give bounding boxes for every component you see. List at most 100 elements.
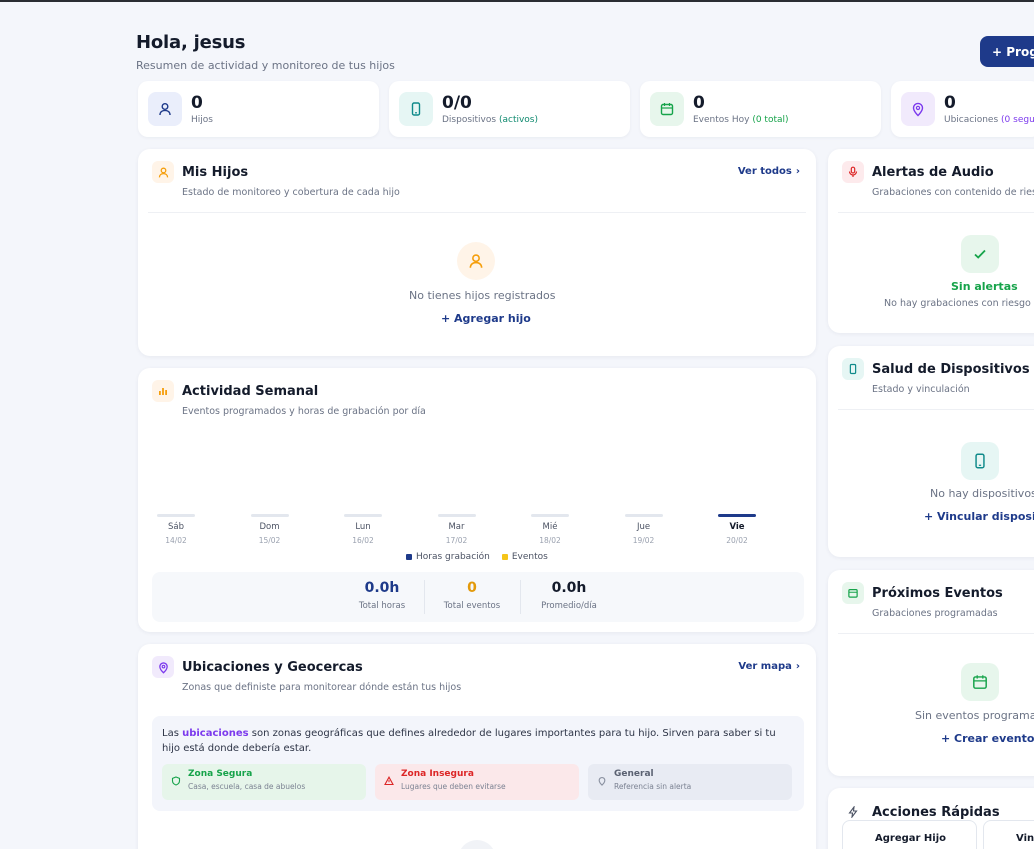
summary-value: 0	[467, 580, 477, 596]
chart-bar	[157, 514, 195, 517]
link-label: Ver todos	[737, 166, 792, 177]
crear-evento-link[interactable]: + Crear evento	[941, 732, 1034, 745]
stat-card-eventos: 0 Eventos Hoy (0 total)	[640, 81, 881, 137]
agregar-hijo-button[interactable]: Agregar Hijo	[842, 820, 977, 849]
page-subtitle: Resumen de actividad y monitoreo de tus …	[136, 59, 395, 72]
chart-tick-label: Mar	[448, 522, 465, 532]
summary-value: 0.0h	[364, 580, 400, 596]
status-detail: No hay grabaciones con riesgo d	[884, 298, 1034, 309]
page-title: Hola, jesus	[136, 32, 246, 53]
chart-bar	[718, 514, 756, 517]
calendar-icon	[961, 663, 999, 701]
divider	[838, 212, 1034, 213]
card-title: Salud de Dispositivos	[872, 361, 1030, 377]
salud-dispositivos-card: Salud de Dispositivos Estado y vinculaci…	[828, 346, 1034, 557]
ubicaciones-card: Ubicaciones y Geocercas Zonas que defini…	[138, 644, 816, 849]
bar-chart-icon	[152, 380, 174, 402]
chart-day-column: Sáb 14/02	[156, 514, 196, 545]
user-icon	[457, 242, 495, 280]
stat-value: 0	[693, 92, 705, 113]
card-subtitle: Estado y vinculación	[872, 384, 970, 395]
legend-label: Eventos	[511, 552, 548, 562]
greeting-block: Hola, jesus Resumen de actividad y monit…	[136, 32, 395, 72]
zone-desc: Casa, escuela, casa de abuelos	[188, 782, 306, 791]
divider	[148, 212, 806, 213]
microphone-icon	[842, 161, 864, 183]
summary-label: Total horas	[358, 601, 406, 611]
proximos-eventos-card: Próximos Eventos Grabaciones programadas…	[828, 570, 1034, 776]
chart-tick-date: 18/02	[539, 536, 561, 545]
alertas-audio-card: Alertas de Audio Grabaciones con conteni…	[828, 149, 1034, 333]
card-subtitle: Grabaciones programadas	[872, 608, 998, 619]
info-text-post: son zonas geográficas que defines alrede…	[162, 728, 776, 754]
chart-bar	[624, 514, 663, 517]
phone-icon	[961, 442, 999, 480]
chart-day-column: Lun 16/02	[343, 514, 383, 545]
user-icon	[148, 92, 182, 126]
chart-day-column: Dom 15/02	[250, 514, 290, 545]
status-text: Sin alertas	[951, 280, 1018, 293]
stat-extra: (0 segu	[1001, 114, 1034, 125]
phone-icon	[399, 92, 433, 126]
info-text: Las ubicaciones son zonas geográficas qu…	[162, 726, 792, 756]
info-text-bold: ubicaciones	[182, 728, 249, 739]
legend-swatch	[406, 554, 412, 560]
zone-title: Zona Segura	[188, 769, 253, 779]
acciones-rapidas-card: Acciones Rápidas Agregar Hijo Vin	[828, 788, 1034, 849]
stat-label: Ubicaciones	[944, 114, 999, 125]
stat-label: Hijos	[191, 114, 213, 125]
ver-todos-link[interactable]: Ver todos ›	[738, 166, 800, 177]
stat-extra: (activos)	[498, 114, 539, 125]
chevron-right-icon: ›	[795, 166, 800, 177]
card-title: Próximos Eventos	[872, 585, 1003, 601]
link-label: Ver mapa	[738, 661, 792, 672]
zone-general: General Referencia sin alerta	[588, 764, 792, 800]
chart-day-column: Vie 20/02	[717, 514, 757, 545]
chart-tick-label: Mié	[542, 522, 558, 532]
chart-bar	[437, 514, 476, 517]
zone-insegura: Zona Insegura Lugares que deben evitarse	[375, 764, 579, 800]
chart-day-column: Mar 17/02	[437, 514, 477, 545]
stat-value: 0/0	[442, 92, 472, 113]
summary-label: Promedio/día	[541, 601, 597, 611]
card-subtitle: Grabaciones con contenido de ries	[872, 187, 1034, 198]
zone-desc: Referencia sin alerta	[614, 782, 692, 791]
empty-message: Sin eventos programad	[915, 709, 1034, 722]
program-event-button[interactable]: + Progr	[980, 36, 1034, 67]
card-subtitle: Eventos programados y horas de grabación…	[182, 406, 426, 417]
card-subtitle: Zonas que definiste para monitorear dónd…	[182, 682, 462, 693]
zone-title: General	[614, 769, 654, 779]
card-title: Actividad Semanal	[182, 383, 319, 399]
stat-label: Dispositivos	[442, 114, 497, 125]
calendar-icon	[650, 92, 684, 126]
chart-bar	[344, 514, 382, 517]
vincular-button[interactable]: Vin	[983, 820, 1034, 849]
warning-icon	[384, 771, 394, 790]
ver-mapa-link[interactable]: Ver mapa ›	[738, 661, 800, 672]
vincular-dispositivo-link[interactable]: + Vincular dispositivo	[924, 510, 1034, 523]
card-title: Acciones Rápidas	[872, 804, 1000, 820]
card-title: Ubicaciones y Geocercas	[182, 659, 363, 675]
stat-value: 0	[191, 92, 203, 113]
chart-tick-date: 19/02	[632, 536, 655, 545]
chart-tick-label: Dom	[259, 522, 280, 532]
chart-day-column: Jue 19/02	[624, 514, 664, 545]
legend-item: Eventos	[501, 552, 548, 562]
agregar-hijo-link[interactable]: + Agregar hijo	[441, 312, 531, 325]
program-button-label: + Progr	[992, 44, 1034, 59]
chart-tick-label: Jue	[636, 522, 651, 532]
activity-summary: 0.0h Total horas 0 Total eventos 0.0h Pr…	[152, 572, 804, 622]
chart-tick-date: 14/02	[165, 536, 187, 545]
chevron-right-icon: ›	[795, 661, 800, 672]
check-icon	[961, 235, 999, 273]
legend-swatch	[501, 554, 508, 560]
ubicaciones-info: Las ubicaciones son zonas geográficas qu…	[152, 716, 804, 811]
stat-value: 0	[944, 92, 956, 113]
stat-card-dispositivos: 0/0 Dispositivos (activos)	[389, 81, 630, 137]
stat-extra: (0 total)	[752, 114, 789, 125]
location-pin-icon	[597, 771, 607, 790]
summary-label: Total eventos	[443, 601, 501, 611]
summary-total-horas: 0.0h Total horas	[332, 580, 432, 611]
divider	[838, 409, 1034, 410]
chart-tick-date: 20/02	[726, 536, 748, 545]
